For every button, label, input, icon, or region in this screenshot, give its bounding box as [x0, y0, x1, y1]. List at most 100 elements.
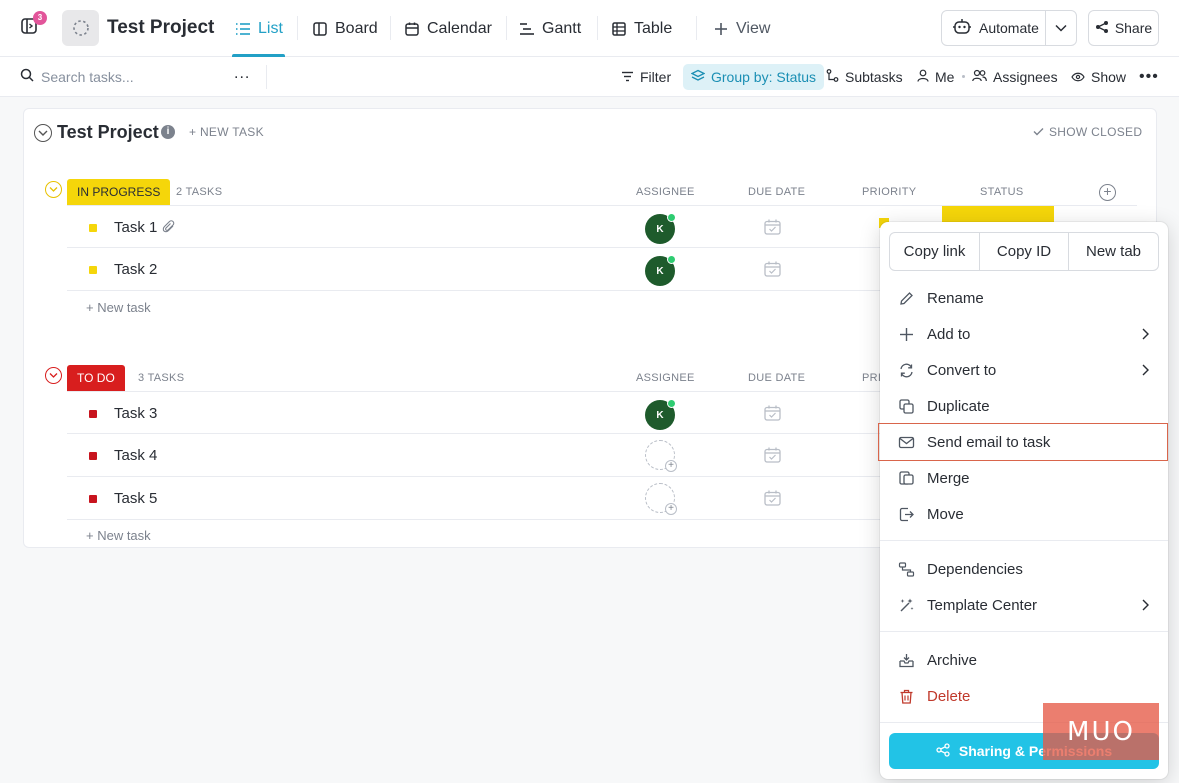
task-name[interactable]: Task 3 — [114, 405, 157, 422]
share-icon — [1095, 20, 1109, 37]
menu-item-merge[interactable]: Merge — [880, 460, 1168, 496]
automate-button[interactable]: Automate — [941, 10, 1077, 46]
menu-item-dependencies[interactable]: Dependencies — [880, 551, 1168, 587]
add-column-icon[interactable]: + — [1099, 184, 1116, 201]
task-name[interactable]: Task 4 — [114, 447, 157, 464]
filter-button[interactable]: Filter — [621, 57, 671, 97]
status-square[interactable] — [89, 410, 97, 418]
column-due-date[interactable]: DUE DATE — [748, 372, 805, 384]
subtasks-icon — [826, 69, 839, 85]
tab-gantt-label: Gantt — [542, 19, 582, 37]
menu-item-send-email-to-task[interactable]: Send email to task — [878, 423, 1168, 461]
column-priority[interactable]: PRI — [862, 372, 881, 384]
menu-item-rename[interactable]: Rename — [880, 280, 1168, 316]
users-icon — [972, 69, 987, 85]
copy-link-button[interactable]: Copy link — [890, 233, 980, 270]
search-more-button[interactable]: ... — [234, 65, 250, 83]
filter-icon — [621, 69, 634, 85]
tab-list[interactable]: List — [232, 0, 285, 57]
avatar[interactable]: K — [645, 213, 676, 244]
chevron-down-icon[interactable] — [1046, 24, 1076, 32]
share-icon — [936, 742, 950, 760]
menu-item-template-center[interactable]: Template Center — [880, 587, 1168, 623]
menu-item-duplicate[interactable]: Duplicate — [880, 388, 1168, 424]
group-by-label: Group by: Status — [711, 69, 817, 85]
status-square[interactable] — [89, 266, 97, 274]
more-options-icon[interactable]: ••• — [1139, 57, 1159, 97]
tab-board[interactable]: Board — [311, 0, 378, 57]
calendar-icon[interactable] — [764, 219, 781, 240]
status-square[interactable] — [89, 495, 97, 503]
add-assignee-icon[interactable]: + — [645, 440, 677, 472]
check-icon — [1033, 125, 1044, 139]
menu-item-archive[interactable]: Archive — [880, 642, 1168, 678]
eye-icon — [1071, 69, 1085, 85]
merge-icon — [898, 470, 915, 487]
tab-calendar[interactable]: Calendar — [403, 0, 492, 57]
group-by-button[interactable]: Group by: Status — [683, 64, 825, 90]
avatar[interactable]: K — [645, 255, 676, 286]
status-cell[interactable] — [942, 206, 1054, 222]
copy-id-button[interactable]: Copy ID — [980, 233, 1069, 270]
tab-table[interactable]: Table — [610, 0, 672, 57]
task-count: 2 TASKS — [176, 186, 223, 198]
assignees-button[interactable]: Assignees — [972, 57, 1058, 97]
plus-icon — [712, 20, 729, 37]
calendar-icon[interactable] — [764, 261, 781, 282]
column-priority[interactable]: PRIORITY — [862, 186, 916, 198]
move-icon — [898, 506, 915, 523]
show-button[interactable]: Show — [1071, 57, 1126, 97]
share-button[interactable]: Share — [1088, 10, 1159, 46]
new-task-button[interactable]: + NEW TASK — [189, 125, 264, 139]
board-icon — [311, 20, 328, 37]
attachment-icon — [162, 220, 176, 239]
task-name[interactable]: Task 5 — [114, 490, 157, 507]
status-group-label[interactable]: TO DO — [67, 365, 125, 391]
status-square[interactable] — [89, 452, 97, 460]
subtasks-button[interactable]: Subtasks — [826, 57, 903, 97]
plus-icon — [898, 326, 915, 343]
menu-item-convert-to[interactable]: Convert to — [880, 352, 1168, 388]
calendar-icon[interactable] — [764, 405, 781, 426]
menu-item-add-to[interactable]: Add to — [880, 316, 1168, 352]
add-task-button[interactable]: + New task — [86, 300, 151, 315]
chevron-right-icon — [1142, 327, 1149, 344]
avatar[interactable]: K — [645, 399, 676, 430]
show-label: Show — [1091, 69, 1127, 85]
info-icon[interactable]: i — [161, 125, 175, 139]
trash-icon — [898, 688, 915, 705]
task-name[interactable]: Task 1 — [114, 219, 157, 236]
show-closed-button[interactable]: SHOW CLOSED — [1033, 125, 1142, 139]
status-group-label[interactable]: IN PROGRESS — [67, 179, 171, 205]
robot-icon — [952, 18, 972, 39]
column-due-date[interactable]: DUE DATE — [748, 186, 805, 198]
chevron-right-icon — [1142, 598, 1149, 615]
column-status[interactable]: STATUS — [980, 186, 1024, 198]
add-assignee-icon[interactable]: + — [645, 483, 677, 515]
muo-watermark-logo: MUO — [1043, 703, 1159, 760]
list-title: Test Project — [57, 122, 159, 142]
add-task-button[interactable]: + New task — [86, 528, 151, 543]
notification-badge: 3 — [33, 11, 47, 25]
me-button[interactable]: Me — [917, 57, 954, 97]
menu-item-move[interactable]: Move — [880, 496, 1168, 532]
tab-gantt[interactable]: Gantt — [518, 0, 581, 57]
search-input[interactable]: Search tasks... — [20, 68, 134, 85]
status-square[interactable] — [89, 224, 97, 232]
column-assignee[interactable]: ASSIGNEE — [636, 372, 695, 384]
calendar-icon[interactable] — [764, 490, 781, 511]
collapse-group-icon[interactable] — [45, 181, 62, 198]
new-tab-button[interactable]: New tab — [1069, 233, 1158, 270]
user-icon — [917, 69, 929, 85]
task-context-menu: Copy link Copy ID New tab Rename Add to … — [878, 222, 1168, 779]
column-assignee[interactable]: ASSIGNEE — [636, 186, 695, 198]
project-icon[interactable] — [62, 10, 99, 46]
add-view-button[interactable]: View — [712, 0, 770, 57]
collapse-group-icon[interactable] — [45, 367, 62, 384]
list-icon — [234, 20, 251, 37]
top-bar: 3 Test Project List Board Calendar Gantt… — [0, 0, 1179, 57]
task-name[interactable]: Task 2 — [114, 261, 157, 278]
collapse-list-icon[interactable] — [34, 124, 52, 142]
tab-board-label: Board — [335, 19, 378, 37]
calendar-icon[interactable] — [764, 447, 781, 468]
